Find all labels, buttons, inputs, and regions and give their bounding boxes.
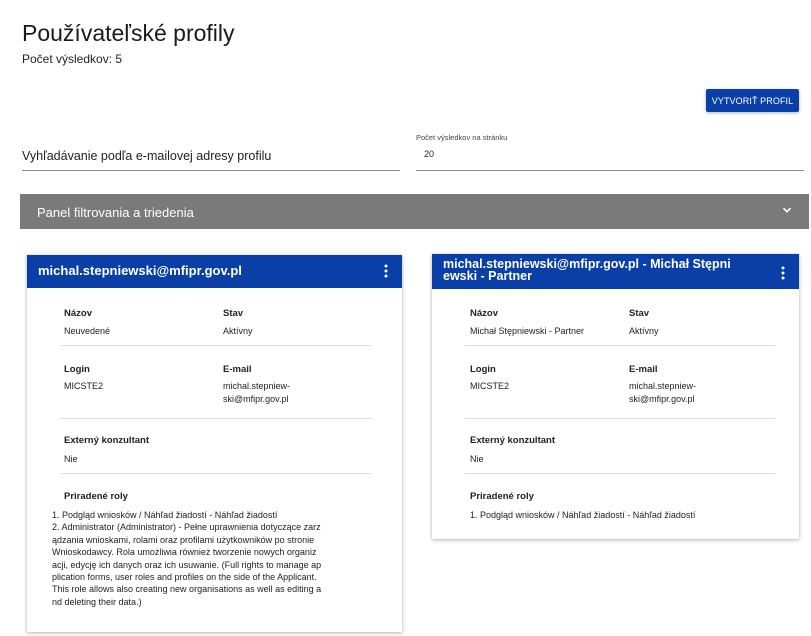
status-value: Aktívny: [223, 326, 253, 336]
divider: [60, 473, 372, 474]
login-value: MICSTE2: [470, 381, 510, 391]
assigned-roles-list: 1. Podgląd wniosków / Náhľad žiadostí - …: [470, 509, 695, 521]
profile-card-title: michal.stepniewski@mfipr.gov.pl: [38, 263, 242, 278]
email-value-line1: michal.stepniew-: [223, 381, 291, 391]
email-label: E-mail: [629, 364, 658, 375]
divider: [60, 418, 372, 419]
role-line: ądzania wnioskami, rolami oraz profilami…: [52, 534, 315, 545]
results-per-page-value: 20: [424, 149, 435, 159]
divider: [60, 345, 372, 346]
email-value-line1: michal.stepniew-: [629, 381, 697, 391]
external-consultant-value: Nie: [470, 454, 484, 464]
name-label: Názov: [64, 308, 92, 319]
filter-sort-panel[interactable]: Panel filtrovania a triedenia: [20, 194, 809, 229]
email-value-line2: ski@mfipr.gov.pl: [223, 394, 289, 404]
role-line: plication forms, user roles and profiles…: [52, 572, 317, 583]
divider: [465, 418, 775, 419]
role-line: 1. Podgląd wniosków / Náhľad žiadostí - …: [52, 510, 278, 520]
login-label: Login: [64, 364, 90, 375]
profile-card: michal.stepniewski@mfipr.gov.pl - Michał…: [432, 254, 799, 539]
role-line: acji, edycję ich danych oraz ich usuwani…: [52, 559, 322, 570]
page-title: Používateľské profily: [22, 20, 235, 46]
profile-card-header: michal.stepniewski@mfipr.gov.pl - Michał…: [432, 254, 799, 289]
email-value-line2: ski@mfipr.gov.pl: [629, 394, 695, 404]
role-line: Wnioskodawcy. Rola umożliwia również two…: [52, 547, 317, 558]
role-line: 2. Administrator (Administrator) - Pełne…: [52, 522, 321, 533]
login-value: MICSTE2: [64, 381, 104, 391]
filter-panel-label: Panel filtrovania a triedenia: [37, 205, 194, 220]
assigned-roles-label: Priradené roly: [470, 491, 534, 502]
external-consultant-value: Nie: [64, 454, 78, 464]
divider: [465, 345, 775, 346]
search-field: [22, 138, 400, 171]
assigned-roles-label: Priradené roly: [64, 491, 128, 502]
status-label: Stav: [223, 308, 244, 319]
name-label: Názov: [470, 308, 498, 319]
role-line: nd deleting their data.): [52, 596, 142, 607]
more-vert-icon[interactable]: [781, 266, 785, 280]
profile-card: michal.stepniewski@mfipr.gov.pl Názov St…: [27, 255, 402, 632]
external-consultant-label: Externý konzultant: [64, 435, 149, 446]
profile-card-title: michal.stepniewski@mfipr.gov.pl - Michał…: [443, 258, 763, 283]
profile-card-header: michal.stepniewski@mfipr.gov.pl: [27, 255, 402, 288]
role-line: 1. Podgląd wniosków / Náhľad žiadostí - …: [470, 510, 696, 520]
assigned-roles-list: 1. Podgląd wniosków / Náhľad žiadostí - …: [52, 509, 321, 608]
external-consultant-label: Externý konzultant: [470, 435, 555, 446]
status-value: Aktívny: [629, 326, 659, 336]
create-profile-button[interactable]: VYTVORIŤ PROFIL: [706, 89, 799, 112]
more-vert-icon[interactable]: [384, 264, 388, 278]
profile-card-title-line2: ewski - Partner: [443, 269, 532, 283]
chevron-down-icon[interactable]: [781, 204, 793, 216]
divider: [465, 473, 775, 474]
role-line: This role allows also creating new organ…: [52, 584, 322, 595]
name-value: Neuvedené: [64, 326, 111, 336]
result-count: Počet výsledkov: 5: [22, 52, 123, 66]
email-label: E-mail: [223, 364, 252, 375]
user-profiles-page: Používateľské profily Počet výsledkov: 5…: [0, 0, 811, 636]
name-value: Michał Stępniewski - Partner: [470, 326, 585, 336]
status-label: Stav: [629, 308, 650, 319]
results-per-page-select[interactable]: Počet výsledkov na stránku 20: [416, 133, 804, 171]
email-search-input[interactable]: [22, 146, 400, 166]
login-label: Login: [470, 364, 496, 375]
results-per-page-label: Počet výsledkov na stránku: [416, 133, 508, 142]
